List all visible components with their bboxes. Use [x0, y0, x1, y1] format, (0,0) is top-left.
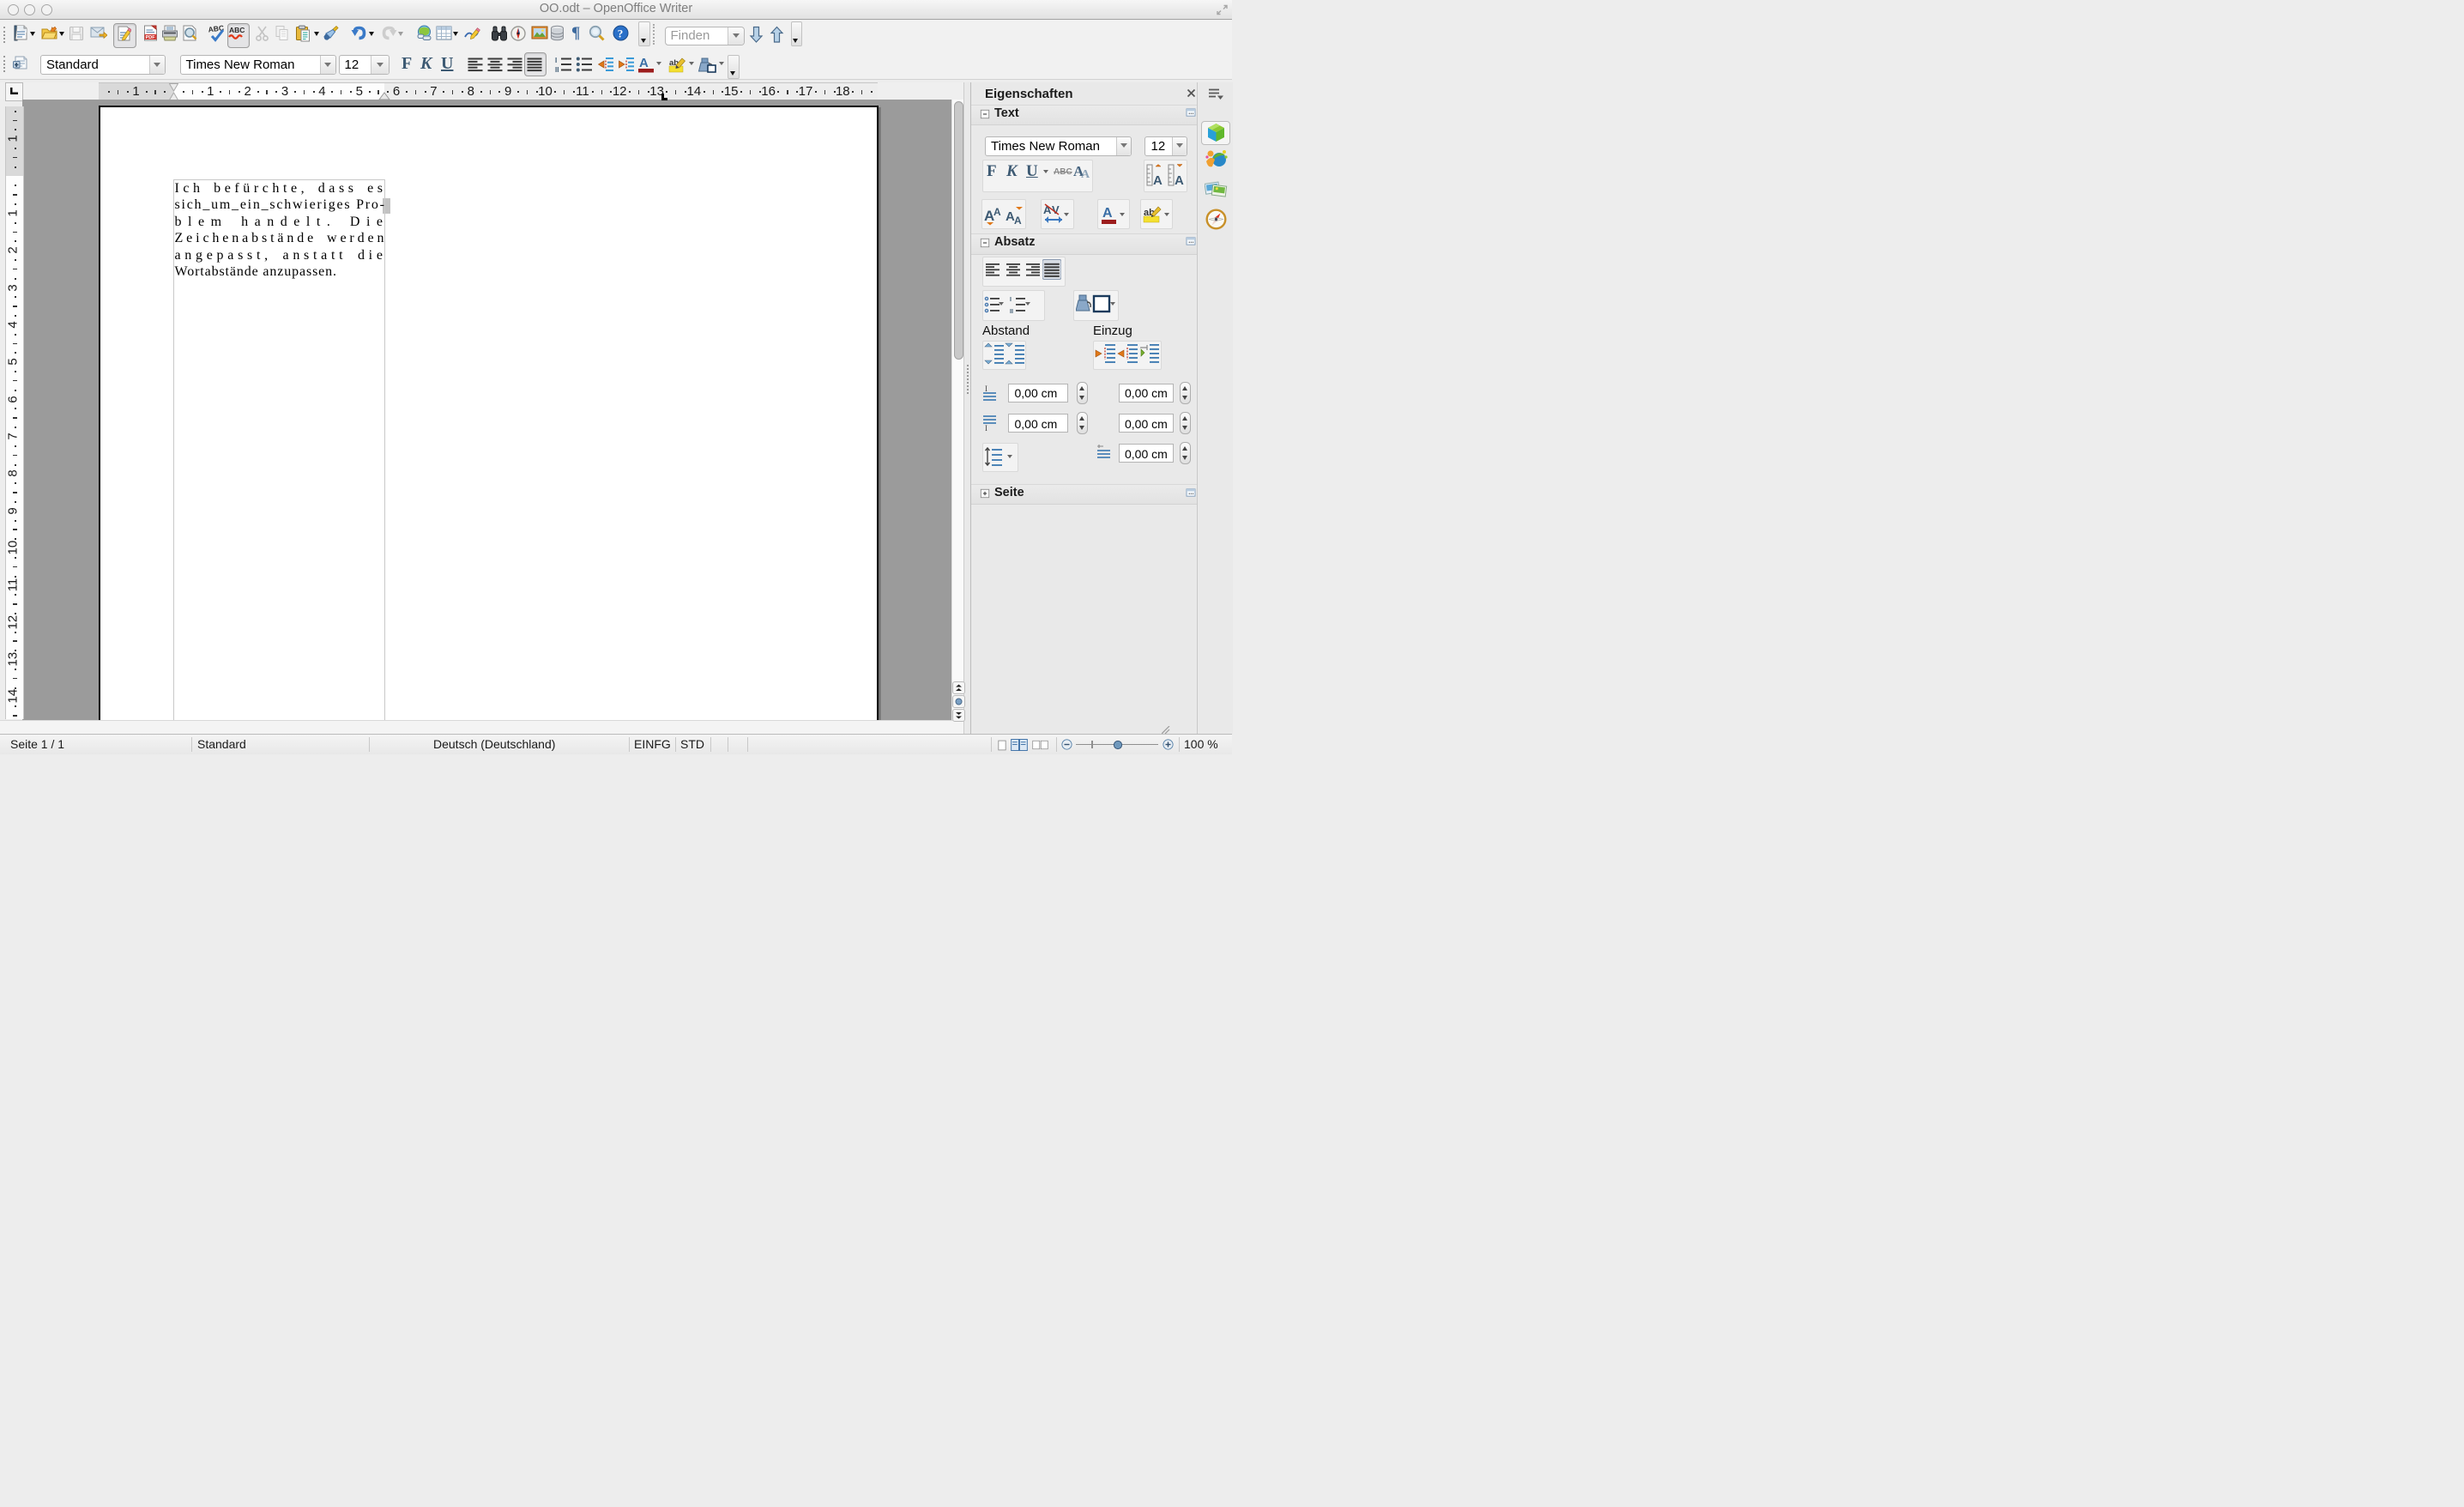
- svg-text:A: A: [993, 206, 1001, 218]
- svg-text:I: I: [985, 384, 987, 393]
- svg-text:PDF: PDF: [145, 35, 155, 40]
- svg-text:A: A: [1014, 215, 1022, 226]
- svg-text:A: A: [1043, 203, 1052, 216]
- svg-text:A: A: [639, 56, 649, 70]
- svg-text:?: ?: [618, 27, 624, 40]
- svg-text:I: I: [555, 57, 557, 64]
- svg-text:A: A: [1081, 168, 1090, 180]
- svg-text:I: I: [985, 424, 987, 432]
- svg-text:¶: ¶: [571, 24, 580, 41]
- svg-text:II: II: [555, 66, 559, 73]
- svg-text:A: A: [1175, 173, 1184, 186]
- svg-text:I: I: [1010, 297, 1012, 303]
- svg-text:II: II: [1010, 309, 1013, 314]
- svg-text:A: A: [1153, 173, 1163, 186]
- svg-text:ABC: ABC: [229, 26, 245, 34]
- svg-text:A: A: [1102, 206, 1113, 221]
